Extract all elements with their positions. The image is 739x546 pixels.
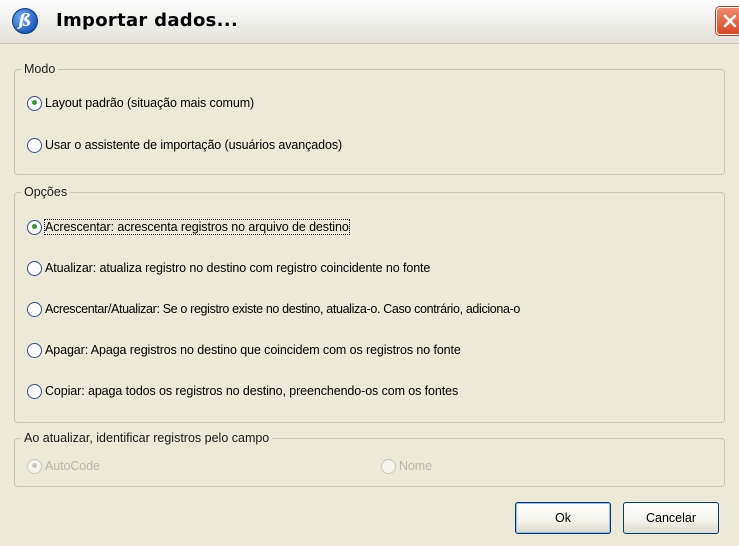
modo-legend: Modo [24, 62, 56, 76]
app-logo-icon: ß [12, 8, 38, 34]
radio-button[interactable] [27, 219, 42, 235]
close-icon [723, 14, 737, 28]
radio-label: Acrescentar: acrescenta registros no arq… [44, 219, 350, 235]
radio-label: Apagar: Apaga registros no destino que c… [45, 343, 461, 357]
radio-apagar[interactable]: Apagar: Apaga registros no destino que c… [27, 339, 461, 361]
radio-acrescentar[interactable]: Acrescentar: acrescenta registros no arq… [27, 216, 350, 238]
radio-acrescentar-atualizar[interactable]: Acrescentar/Atualizar: Se o registro exi… [27, 298, 520, 320]
close-button[interactable] [716, 7, 739, 35]
radio-label: Acrescentar/Atualizar: Se o registro exi… [45, 302, 520, 316]
window-title: Importar dados... [56, 10, 239, 31]
radio-usar-assistente[interactable]: Usar o assistente de importação (usuário… [27, 134, 342, 156]
radio-layout-padrao[interactable]: Layout padrão (situação mais comum) [27, 92, 254, 114]
radio-button[interactable] [27, 137, 42, 153]
radio-label: Copiar: apaga todos os registros no dest… [45, 384, 459, 398]
radio-label: Nome [399, 459, 432, 473]
radio-autocode[interactable]: AutoCode [27, 455, 100, 477]
title-bar[interactable]: ß Importar dados... [0, 0, 739, 44]
radio-button[interactable] [27, 458, 42, 474]
radio-button[interactable] [27, 95, 42, 111]
radio-label: Layout padrão (situação mais comum) [45, 96, 255, 110]
radio-copiar[interactable]: Copiar: apaga todos os registros no dest… [27, 380, 458, 402]
cancel-button[interactable]: Cancelar [623, 502, 719, 534]
radio-label: Usar o assistente de importação (usuário… [45, 138, 343, 152]
radio-button[interactable] [381, 458, 396, 474]
radio-button[interactable] [27, 383, 42, 399]
identificar-group: Ao atualizar, identificar registros pelo… [14, 431, 725, 487]
radio-button[interactable] [27, 342, 42, 358]
identificar-legend: Ao atualizar, identificar registros pelo… [24, 431, 270, 445]
radio-nome[interactable]: Nome [381, 455, 432, 477]
radio-button[interactable] [27, 260, 42, 276]
radio-label: Atualizar: atualiza registro no destino … [45, 261, 431, 275]
opcoes-legend: Opções [24, 185, 68, 199]
ok-button[interactable]: Ok [515, 502, 611, 534]
radio-label: AutoCode [45, 459, 100, 473]
radio-atualizar[interactable]: Atualizar: atualiza registro no destino … [27, 257, 430, 279]
radio-button[interactable] [27, 301, 42, 317]
modo-group: Modo [14, 62, 725, 175]
